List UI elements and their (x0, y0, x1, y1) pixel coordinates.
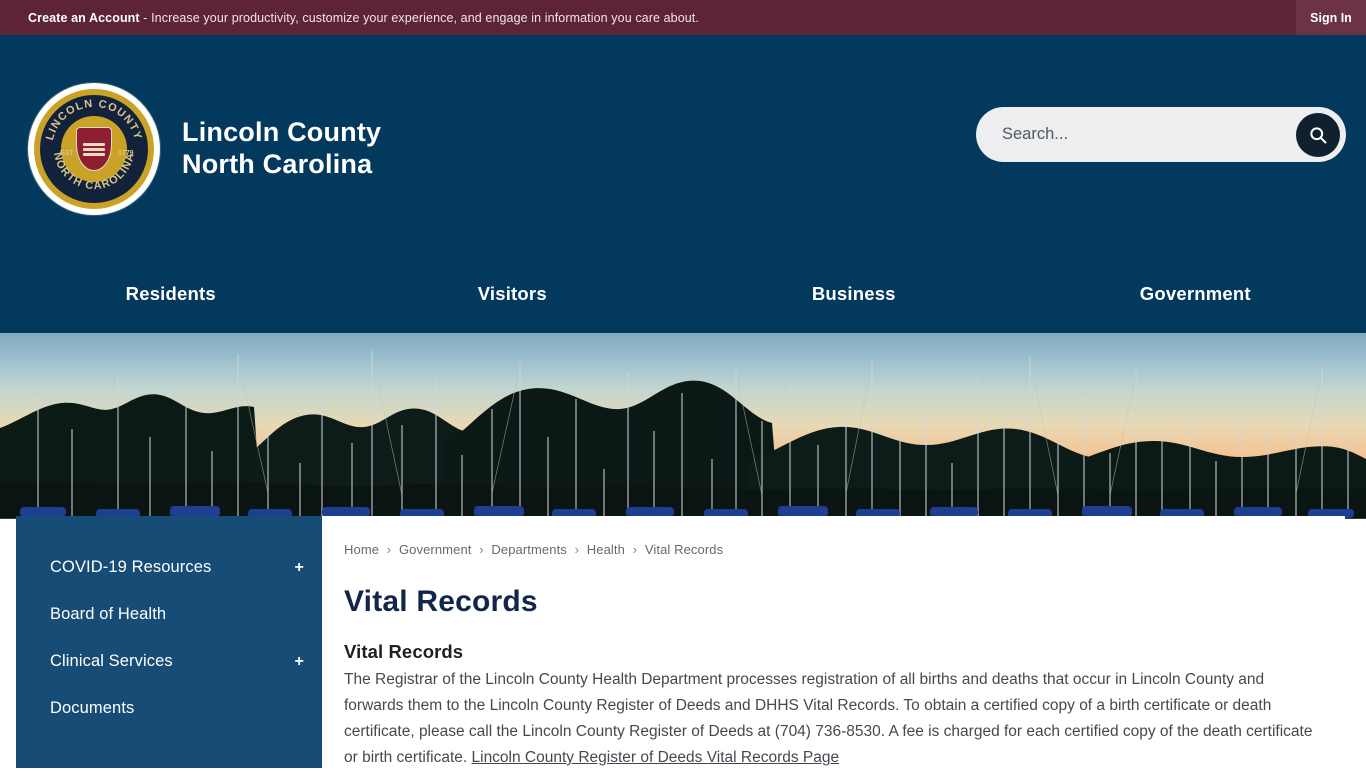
announcement-message: - Increase your productivity, customize … (140, 11, 699, 25)
breadcrumb-item-government[interactable]: Government (399, 542, 472, 557)
create-account-link[interactable]: Create an Account (28, 11, 140, 25)
sidebar-item-label: Board of Health (50, 605, 166, 623)
breadcrumb-separator: › (479, 542, 483, 557)
nav-item-visitors[interactable]: Visitors (342, 283, 684, 305)
page-title: Vital Records (344, 585, 1321, 619)
breadcrumb-item-health[interactable]: Health (587, 542, 625, 557)
seal-text-ring: LINCOLN COUNTY NORTH CAROLINA EST 1779 (40, 95, 148, 203)
main-content-card: Home › Government › Departments › Health… (322, 516, 1345, 771)
nav-item-residents[interactable]: Residents (0, 283, 342, 305)
county-seal-logo[interactable]: LINCOLN COUNTY NORTH CAROLINA EST 1779 (28, 83, 160, 215)
expand-plus-icon[interactable]: + (295, 559, 304, 577)
sidebar-item-label: Documents (50, 699, 134, 717)
sidebar-item-clinical-services[interactable]: Clinical Services + (16, 638, 322, 685)
breadcrumb-separator: › (575, 542, 579, 557)
site-header: LINCOLN COUNTY NORTH CAROLINA EST 1779 (0, 35, 1366, 333)
nav-item-government[interactable]: Government (1025, 283, 1366, 305)
sidebar-item-label: COVID-19 Resources (50, 558, 211, 576)
brand-line-county: Lincoln County (182, 117, 381, 149)
brand-text: Lincoln County North Carolina (182, 117, 381, 181)
nav-item-business[interactable]: Business (683, 283, 1025, 305)
body-paragraph: The Registrar of the Lincoln County Heal… (344, 667, 1321, 771)
site-search-bar[interactable] (976, 107, 1346, 162)
sign-in-button[interactable]: Sign In (1296, 0, 1366, 35)
section-sidebar: COVID-19 Resources + Board of Health Cli… (16, 516, 322, 768)
search-icon (1308, 125, 1328, 145)
sidebar-item-label: Clinical Services (50, 652, 173, 670)
svg-text:EST: EST (60, 150, 74, 157)
sidebar-item-board-of-health[interactable]: Board of Health (16, 591, 322, 638)
sidebar-item-documents[interactable]: Documents (16, 685, 322, 732)
breadcrumb-separator: › (387, 542, 391, 557)
main-navigation: Residents Visitors Business Government (0, 283, 1366, 305)
search-input[interactable] (1002, 125, 1296, 144)
breadcrumb-separator: › (633, 542, 637, 557)
breadcrumb-item-current: Vital Records (645, 542, 723, 557)
seal-outer-ring: LINCOLN COUNTY NORTH CAROLINA EST 1779 (34, 89, 154, 209)
svg-text:1779: 1779 (118, 150, 134, 157)
breadcrumb: Home › Government › Departments › Health… (344, 542, 1321, 557)
announcement-bar: Create an Account - Increase your produc… (0, 0, 1366, 35)
search-submit-button[interactable] (1296, 113, 1340, 157)
breadcrumb-item-home[interactable]: Home (344, 542, 379, 557)
section-heading: Vital Records (344, 641, 1321, 663)
breadcrumb-item-departments[interactable]: Departments (491, 542, 567, 557)
content-area: COVID-19 Resources + Board of Health Cli… (0, 516, 1366, 768)
brand-line-state: North Carolina (182, 149, 381, 181)
expand-plus-icon[interactable]: + (295, 653, 304, 671)
sidebar-item-covid-19-resources[interactable]: COVID-19 Resources + (16, 544, 322, 591)
announcement-text: Create an Account - Increase your produc… (0, 11, 699, 25)
brand-block[interactable]: LINCOLN COUNTY NORTH CAROLINA EST 1779 (28, 83, 381, 215)
register-of-deeds-vital-records-link[interactable]: Lincoln County Register of Deeds Vital R… (472, 749, 840, 766)
